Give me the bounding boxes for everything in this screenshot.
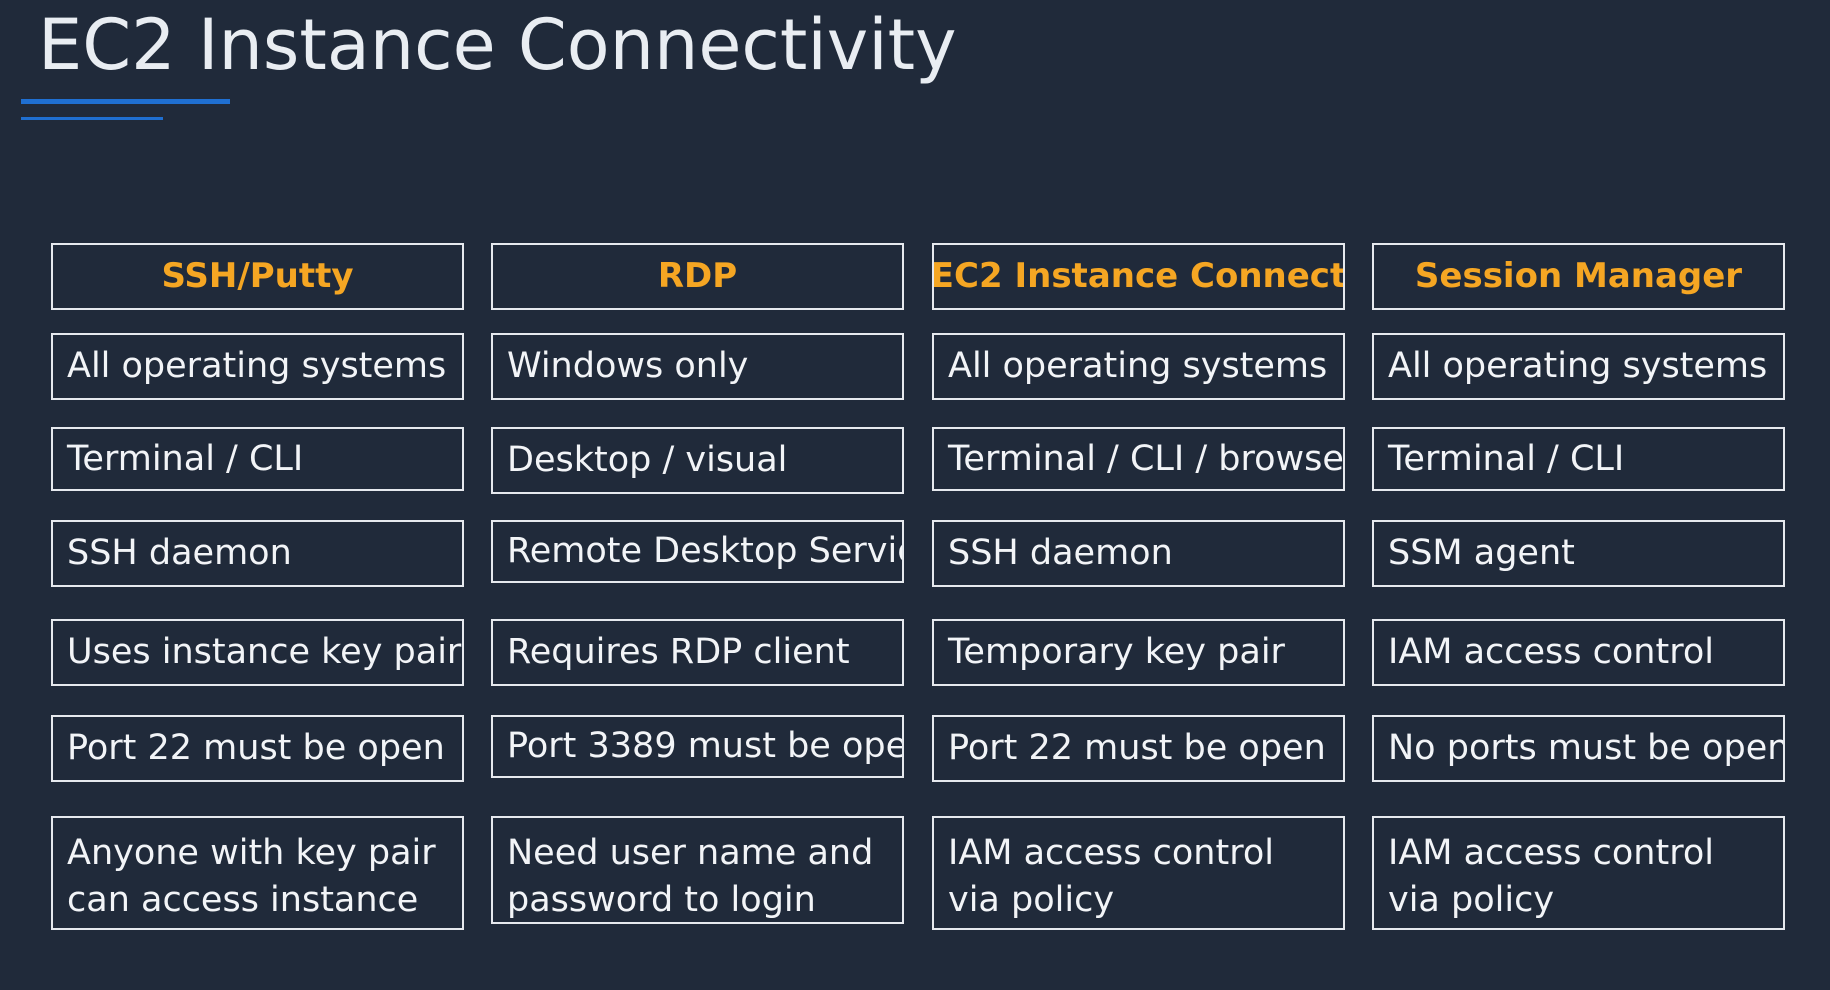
- table-cell: IAM access control via policy: [1372, 816, 1785, 930]
- column-header: EC2 Instance Connect: [932, 243, 1345, 310]
- table-cell: Port 22 must be open: [51, 715, 464, 782]
- slide: EC2 Instance Connectivity SSH/Putty All …: [0, 0, 1830, 990]
- table-cell: Terminal / CLI: [51, 427, 464, 491]
- table-cell: No ports must be open: [1372, 715, 1785, 782]
- table-cell: Anyone with key pair can access instance: [51, 816, 464, 930]
- table-cell: Terminal / CLI / browser: [932, 427, 1345, 491]
- table-cell: IAM access control: [1372, 619, 1785, 686]
- table-cell: Terminal / CLI: [1372, 427, 1785, 491]
- table-cell: Port 3389 must be open: [491, 715, 904, 778]
- title-underline-secondary: [21, 117, 163, 120]
- table-cell: SSH daemon: [51, 520, 464, 587]
- table-cell: Requires RDP client: [491, 619, 904, 686]
- table-cell: Windows only: [491, 333, 904, 400]
- table-cell: SSH daemon: [932, 520, 1345, 587]
- table-cell: All operating systems: [932, 333, 1345, 400]
- column-header: RDP: [491, 243, 904, 310]
- table-cell: Temporary key pair: [932, 619, 1345, 686]
- table-cell: SSM agent: [1372, 520, 1785, 587]
- slide-title: EC2 Instance Connectivity: [38, 4, 957, 86]
- column-header: SSH/Putty: [51, 243, 464, 310]
- table-cell: IAM access control via policy: [932, 816, 1345, 930]
- table-cell: Desktop / visual: [491, 427, 904, 494]
- table-cell: Remote Desktop Service: [491, 520, 904, 583]
- title-underline-primary: [21, 99, 230, 104]
- table-cell: All operating systems: [51, 333, 464, 400]
- table-cell: Port 22 must be open: [932, 715, 1345, 782]
- table-cell: Need user name and password to login: [491, 816, 904, 924]
- column-header: Session Manager: [1372, 243, 1785, 310]
- table-cell: Uses instance key pair: [51, 619, 464, 686]
- table-cell: All operating systems: [1372, 333, 1785, 400]
